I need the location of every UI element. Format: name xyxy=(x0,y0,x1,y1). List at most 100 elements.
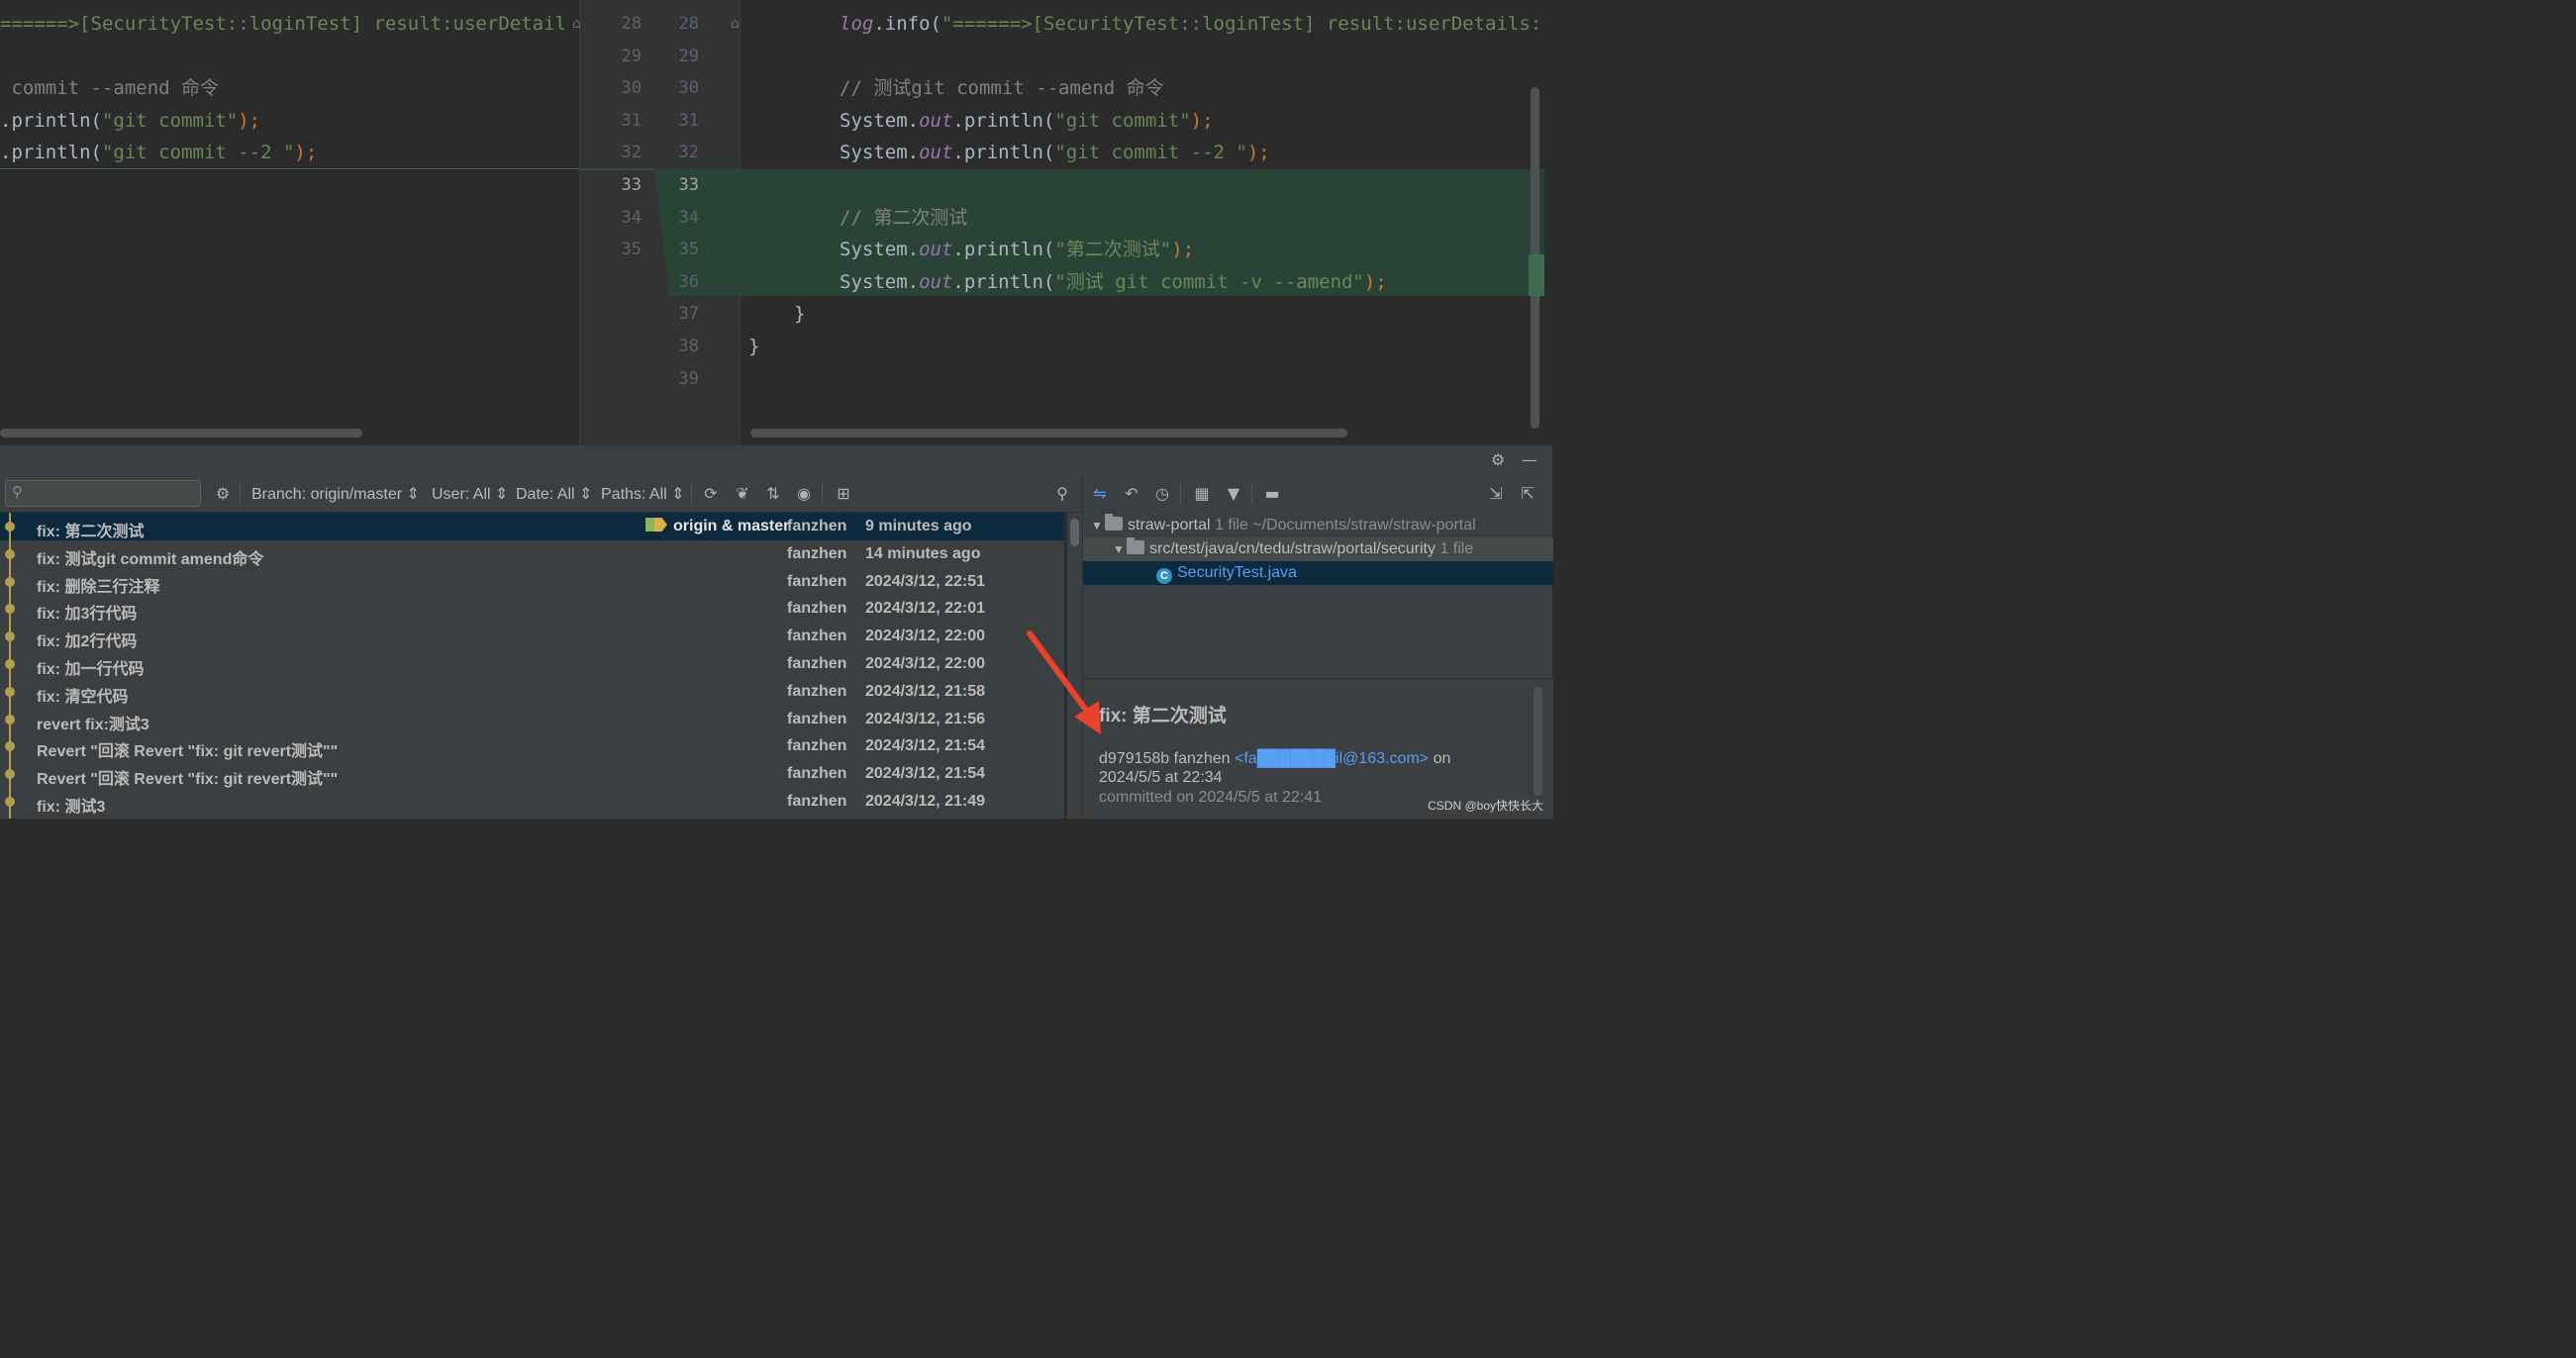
log-search-box[interactable]: ⚲ xyxy=(5,480,201,507)
code-token: out xyxy=(919,142,953,164)
fold-icon-right[interactable]: ⌂ xyxy=(731,16,740,32)
line-number: 28 xyxy=(621,14,642,34)
commit-row[interactable]: revert fix:测试3 fanzhen 2024/3/12, 21:56 xyxy=(0,706,1064,733)
eye-icon[interactable]: ◉ xyxy=(793,483,815,505)
branch-filter[interactable]: Branch: origin/master ⇕ xyxy=(251,484,420,504)
changes-toolbar: ⇋ ↶ ◷ ▦ ▼ ▬ ⇲ ⇱ xyxy=(1083,475,1553,513)
filter-funnel-icon[interactable]: ▼ xyxy=(1223,483,1244,505)
watermark: CSDN @boy快快长大 xyxy=(1428,799,1543,813)
search-icon[interactable]: ⚲ xyxy=(1051,483,1073,505)
tree-file-row[interactable]: C SecurityTest.java xyxy=(1083,561,1553,585)
commit-row[interactable]: fix: 清空代码 fanzhen 2024/3/12, 21:58 xyxy=(0,678,1064,706)
line-number: 39 xyxy=(678,368,699,389)
paths-filter[interactable]: Paths: All ⇕ xyxy=(601,484,685,504)
line-number: 34 xyxy=(678,207,699,228)
commit-row[interactable]: fix: 加一行代码 fanzhen 2024/3/12, 22:00 xyxy=(0,650,1064,678)
expand-all-icon[interactable]: ⇲ xyxy=(1485,483,1507,505)
line-number: 30 xyxy=(621,78,642,99)
java-class-icon: C xyxy=(1156,568,1172,584)
code-token: "git commit --2 " xyxy=(1054,142,1247,164)
code-token: .println( xyxy=(952,109,1055,132)
code-token: ======>[SecurityTest::loginTest] result:… xyxy=(0,13,566,35)
fold-icon-left[interactable]: ⌂ xyxy=(572,16,581,32)
date-filter[interactable]: Date: All ⇕ xyxy=(516,484,592,504)
settings-gear-icon[interactable]: ⚙ xyxy=(1488,450,1508,470)
chevron-down-icon[interactable]: ▼ xyxy=(1091,514,1105,537)
author-email-link[interactable]: <fa███████il@163.com> xyxy=(1235,750,1429,767)
commit-row[interactable]: Revert "回滚 Revert "fix: git revert测试"" fa… xyxy=(0,732,1064,760)
refresh-icon[interactable]: ⟳ xyxy=(700,483,722,505)
diff-gutter: ⌂ ⌂ 28 29 30 31 32 33 34 35 28 29 30 31 32 33 34 35 36 3… xyxy=(572,0,742,445)
tree-dir-row[interactable]: ▼ src/test/java/cn/tedu/straw/portal/secu… xyxy=(1083,537,1553,561)
code-line: } xyxy=(748,331,759,363)
minimize-icon[interactable]: — xyxy=(1520,450,1539,470)
show-diff-icon[interactable]: ⇋ xyxy=(1089,483,1111,505)
commit-row[interactable]: Revert "回滚 Revert "fix: git revert测试"" fa… xyxy=(0,760,1064,788)
commit-author: fanzhen xyxy=(787,655,847,672)
commit-list[interactable]: fix: 第二次测试 origin & master fanzhen 9 minute… xyxy=(0,513,1064,819)
code-token: log xyxy=(840,13,874,35)
history-clock-icon[interactable]: ◷ xyxy=(1151,483,1173,505)
commit-message: Revert "回滚 Revert "fix: git revert测试"" xyxy=(37,771,339,789)
commit-date: 2024/3/12, 22:01 xyxy=(865,600,985,618)
code-token: .println( xyxy=(952,270,1055,293)
vcs-tool-header: ⚙ — xyxy=(0,445,1552,475)
tree-root-row[interactable]: ▼ straw-portal 1 file ~/Documents/straw/s… xyxy=(1083,514,1553,537)
code-token: // 第二次测试 xyxy=(840,206,968,229)
user-filter[interactable]: User: All ⇕ xyxy=(432,484,508,504)
on-word: on xyxy=(1429,750,1451,767)
toolbar-divider xyxy=(1180,483,1181,505)
commit-message: fix: 清空代码 xyxy=(37,688,129,706)
details-scrollbar[interactable] xyxy=(1534,687,1542,796)
toolbar-divider xyxy=(240,483,241,505)
revert-icon[interactable]: ↶ xyxy=(1121,483,1142,505)
log-search-input[interactable] xyxy=(32,483,195,504)
code-token: ); xyxy=(1363,270,1387,293)
collapse-all-icon[interactable]: ⇱ xyxy=(1517,483,1538,505)
code-token: "git commit --2 " xyxy=(101,142,295,164)
code-line: commit --amend 命令 xyxy=(0,72,219,105)
scrollbar-thumb[interactable] xyxy=(1070,519,1079,546)
code-token: ); xyxy=(1190,109,1214,132)
commit-date: 2024/3/12, 21:56 xyxy=(865,710,985,728)
commit-date: 2024/3/12, 22:00 xyxy=(865,655,985,672)
toolbar-divider xyxy=(1251,483,1252,505)
commit-row[interactable]: fix: 测试git commit amend命令 fanzhen 14 minut… xyxy=(0,540,1064,568)
commit-row[interactable]: fix: 测试3 fanzhen 2024/3/12, 21:49 xyxy=(0,788,1064,816)
chevron-down-icon[interactable]: ▼ xyxy=(1113,537,1127,561)
commit-row[interactable]: fix: 第二次测试 origin & master fanzhen 9 minute… xyxy=(0,513,1064,540)
code-token: } xyxy=(748,336,760,357)
group-by-icon[interactable]: ▦ xyxy=(1191,483,1213,505)
commit-date: 2024/3/12, 21:54 xyxy=(865,737,985,755)
left-horizontal-scrollbar[interactable] xyxy=(0,429,362,437)
branch-refs-label: origin & master xyxy=(673,518,790,534)
tree-dir-meta: 1 file xyxy=(1439,540,1474,557)
code-line: System.out.println("测试 git commit -v --a… xyxy=(840,266,1387,299)
log-settings-gear-icon[interactable]: ⚙ xyxy=(212,483,234,505)
commit-row[interactable]: fix: 删除三行注释 fanzhen 2024/3/12, 22:51 xyxy=(0,568,1064,596)
right-horizontal-scrollbar[interactable] xyxy=(750,429,1347,437)
commit-author: fanzhen xyxy=(787,710,847,728)
sort-arrows-icon[interactable]: ⇅ xyxy=(762,483,784,505)
code-token: .println( xyxy=(0,142,102,164)
code-token: .info( xyxy=(873,13,941,35)
code-token: out xyxy=(919,109,953,132)
open-new-tab-icon[interactable]: ⊞ xyxy=(833,483,854,505)
code-token: .println( xyxy=(952,239,1055,261)
layout-icon[interactable]: ▬ xyxy=(1261,483,1283,505)
commit-row[interactable]: fix: 加2行代码 fanzhen 2024/3/12, 22:00 xyxy=(0,623,1064,650)
line-number: 37 xyxy=(678,304,699,325)
commit-author: fanzhen xyxy=(787,518,847,534)
commit-message: Revert "回滚 Revert "fix: git revert测试"" xyxy=(37,743,339,761)
diff-left-pane[interactable]: ======>[SecurityTest::loginTest] result:… xyxy=(0,0,579,445)
tree-file-name: SecurityTest.java xyxy=(1177,564,1297,581)
line-number: 36 xyxy=(678,271,699,292)
diff-viewer: ======>[SecurityTest::loginTest] result:… xyxy=(0,0,1552,445)
commit-author: fanzhen xyxy=(787,600,847,618)
commit-row[interactable]: fix: 加3行代码 fanzhen 2024/3/12, 22:01 xyxy=(0,595,1064,623)
diff-right-pane[interactable]: log.info("======>[SecurityTest::loginTes… xyxy=(741,0,1544,445)
tree-dir-name: src/test/java/cn/tedu/straw/portal/secur… xyxy=(1149,540,1436,557)
code-token: } xyxy=(794,303,806,326)
line-number: 29 xyxy=(621,46,642,66)
cherry-pick-icon[interactable]: ❦ xyxy=(732,483,753,505)
